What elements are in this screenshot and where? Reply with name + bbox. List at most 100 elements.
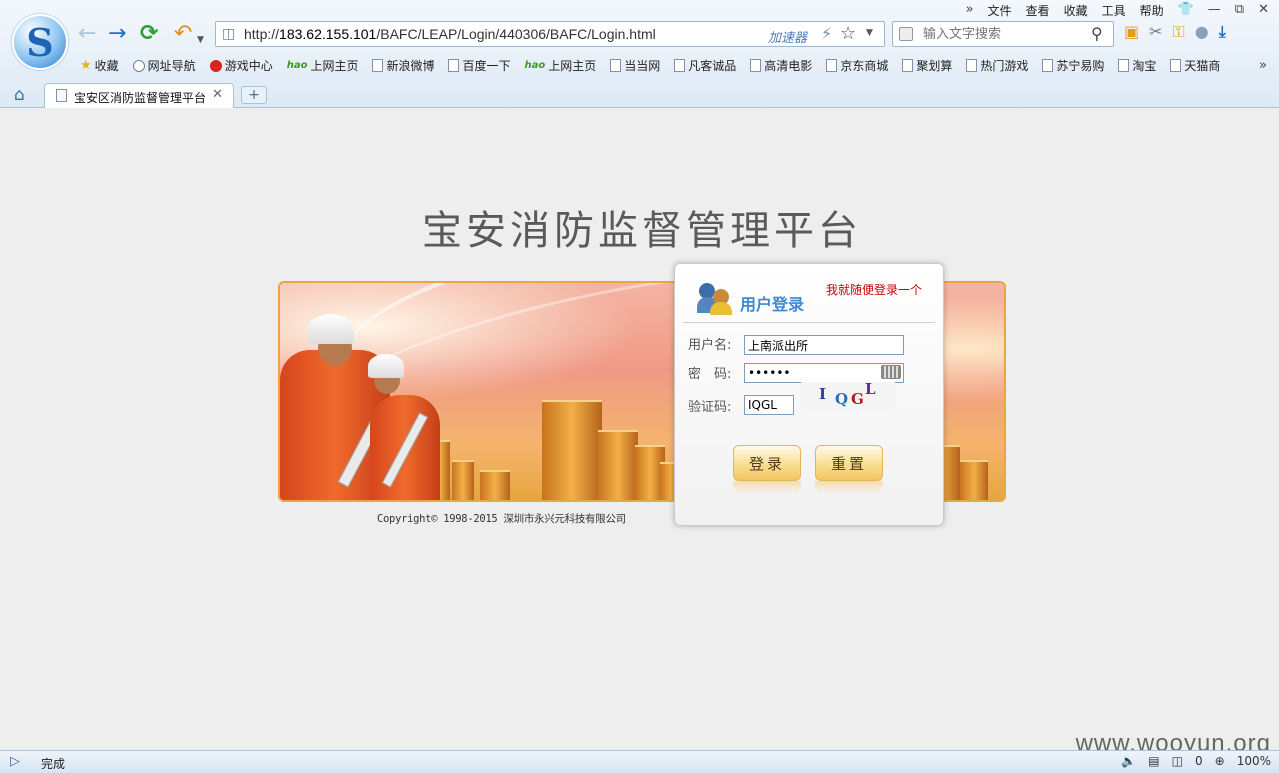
zoom-level[interactable]: 100% [1237,754,1271,768]
login-panel: 用户登录 我就随便登录一个 用户名: 密 码: 验证码: I Q G L 登录 … [674,263,944,526]
url-text[interactable]: http://183.62.155.101/BAFC/LEAP/Login/44… [244,26,656,42]
bookmark-label: 上网主页 [310,59,359,73]
bookmark-item[interactable]: 当当网 [610,57,660,74]
user-body [710,302,732,315]
tab-close-icon[interactable]: ✕ [212,87,223,102]
page-icon [966,59,978,72]
helmet-icon [368,354,404,378]
divider [683,322,935,323]
search-input[interactable] [923,25,1083,43]
bookmarks-bar: ★ 收藏 网址导航 游戏中心 hao 上网主页 新浪微博 百度一下 hao 上网主页 … [80,57,1220,74]
url-path: /BAFC/LEAP/Login/440306/BAFC/Login.html [376,26,656,42]
restore-icon[interactable]: ⧉ [1235,2,1244,19]
scissors-icon[interactable]: ✂ [1149,22,1162,42]
page-icon [610,59,622,72]
menu-bar: » 文件 查看 收藏 工具 帮助 👕 — ⧉ ✕ [966,2,1269,19]
sidebar-toggle-icon[interactable]: ▷ [10,754,20,769]
bookmark-item[interactable]: 百度一下 [448,57,511,74]
captcha-image[interactable]: I Q G L [801,382,895,410]
captcha-label: 验证码: [688,400,732,415]
download-icon[interactable]: ⤓ [1219,22,1226,42]
new-tab-button[interactable]: + [241,86,267,104]
annotation-note: 我就随便登录一个 [826,283,923,297]
copyright-text: Copyright© 1998-2015 深圳市永兴元科技有限公司 [377,513,626,525]
undo-dropdown-icon[interactable]: ▼ [197,28,204,52]
users-icon [697,281,733,315]
address-dropdown-icon[interactable]: ▼ [866,28,873,38]
skin-icon[interactable]: 👕 [1178,2,1194,19]
accelerator-button[interactable]: 加速器 [768,27,807,46]
bookmark-item[interactable]: 游戏中心 [209,57,273,74]
bookmark-item[interactable]: 网址导航 [132,57,196,74]
tab-active[interactable]: 宝安区消防监督管理平台 ✕ [44,83,234,108]
bookmark-item[interactable]: hao 上网主页 [525,57,597,74]
bookmark-item[interactable]: 京东商城 [826,57,888,74]
browser-logo-letter: S [26,20,54,65]
zoom-icon[interactable]: ⊕ [1215,754,1225,768]
button-reflection [733,481,801,493]
toolbox-icon[interactable]: ▤ [1148,754,1159,768]
bookmark-item[interactable]: ★ 收藏 [80,57,119,74]
more-tools-icon[interactable]: ● [1195,22,1209,42]
undo-icon[interactable]: ↶ [174,22,192,46]
status-text: 完成 [41,757,66,771]
bookmark-label: 天猫商 [1184,59,1221,73]
menu-file[interactable]: 文件 [988,2,1012,19]
shield-status-icon[interactable]: ◫ [1172,754,1183,768]
browser-logo: S [12,14,68,70]
bookmark-item[interactable]: 新浪微博 [372,57,434,74]
bookmark-label: 上网主页 [548,59,597,73]
minimize-icon[interactable]: — [1208,2,1221,19]
captcha-input[interactable] [744,395,794,415]
search-icon[interactable]: ⚲ [1091,24,1103,43]
bookmark-item[interactable]: 凡客诚品 [674,57,736,74]
forward-arrow-icon[interactable]: → [108,22,126,46]
login-button[interactable]: 登录 [733,445,801,481]
bookmark-label: 凡客诚品 [688,59,737,73]
menu-tools[interactable]: 工具 [1102,2,1126,19]
keyboard-icon[interactable] [881,365,901,379]
password-input[interactable] [744,363,904,383]
page-icon [826,59,838,72]
reset-button[interactable]: 重置 [815,445,883,481]
url-host: 183.62.155.101 [279,26,377,42]
bookmark-item[interactable]: 天猫商 [1170,57,1220,74]
extension-icon[interactable]: ▣ [1124,22,1139,42]
bookmark-label: 网址导航 [147,59,196,73]
address-bar[interactable]: ◫ http://183.62.155.101/BAFC/LEAP/Login/… [215,21,885,47]
menu-view[interactable]: 查看 [1026,2,1050,19]
back-arrow-icon[interactable]: ← [78,22,96,46]
bookmark-label: 收藏 [94,59,119,73]
bookmark-item[interactable]: 淘宝 [1118,57,1156,74]
menu-more-icon[interactable]: » [966,2,974,19]
volume-icon[interactable]: 🔈 [1121,754,1136,768]
key-icon[interactable]: ⚿ [1173,22,1185,42]
hao-icon: hao [286,60,308,71]
building [598,430,638,500]
bookmark-label: 热门游戏 [980,59,1029,73]
menu-favorites[interactable]: 收藏 [1064,2,1088,19]
lightning-icon[interactable]: ⚡ [821,24,832,43]
page-icon [1042,59,1054,72]
page-icon [1118,59,1130,72]
captcha-char: Q [835,390,849,408]
bookmark-star-icon[interactable]: ☆ [840,23,856,44]
bookmark-label: 苏宁易购 [1056,59,1105,73]
bookmarks-more-icon[interactable]: » [1259,58,1267,73]
bookmark-item[interactable]: 高清电影 [750,57,812,74]
menu-help[interactable]: 帮助 [1140,2,1164,19]
bookmark-item[interactable]: 热门游戏 [966,57,1028,74]
close-window-icon[interactable]: ✕ [1258,2,1269,19]
captcha-char: I [819,385,827,403]
page-title: 宝安消防监督管理平台 [422,208,862,254]
bookmark-item[interactable]: 苏宁易购 [1042,57,1104,74]
username-input[interactable] [744,335,904,355]
home-icon[interactable]: ⌂ [14,85,25,105]
page-icon [372,59,384,72]
bookmark-item[interactable]: hao 上网主页 [287,57,359,74]
search-engine-icon[interactable] [899,27,913,41]
bookmark-item[interactable]: 聚划算 [902,57,952,74]
tab-title: 宝安区消防监督管理平台 [74,91,207,105]
refresh-icon[interactable]: ⟳ [140,22,158,46]
page-icon [56,89,67,102]
